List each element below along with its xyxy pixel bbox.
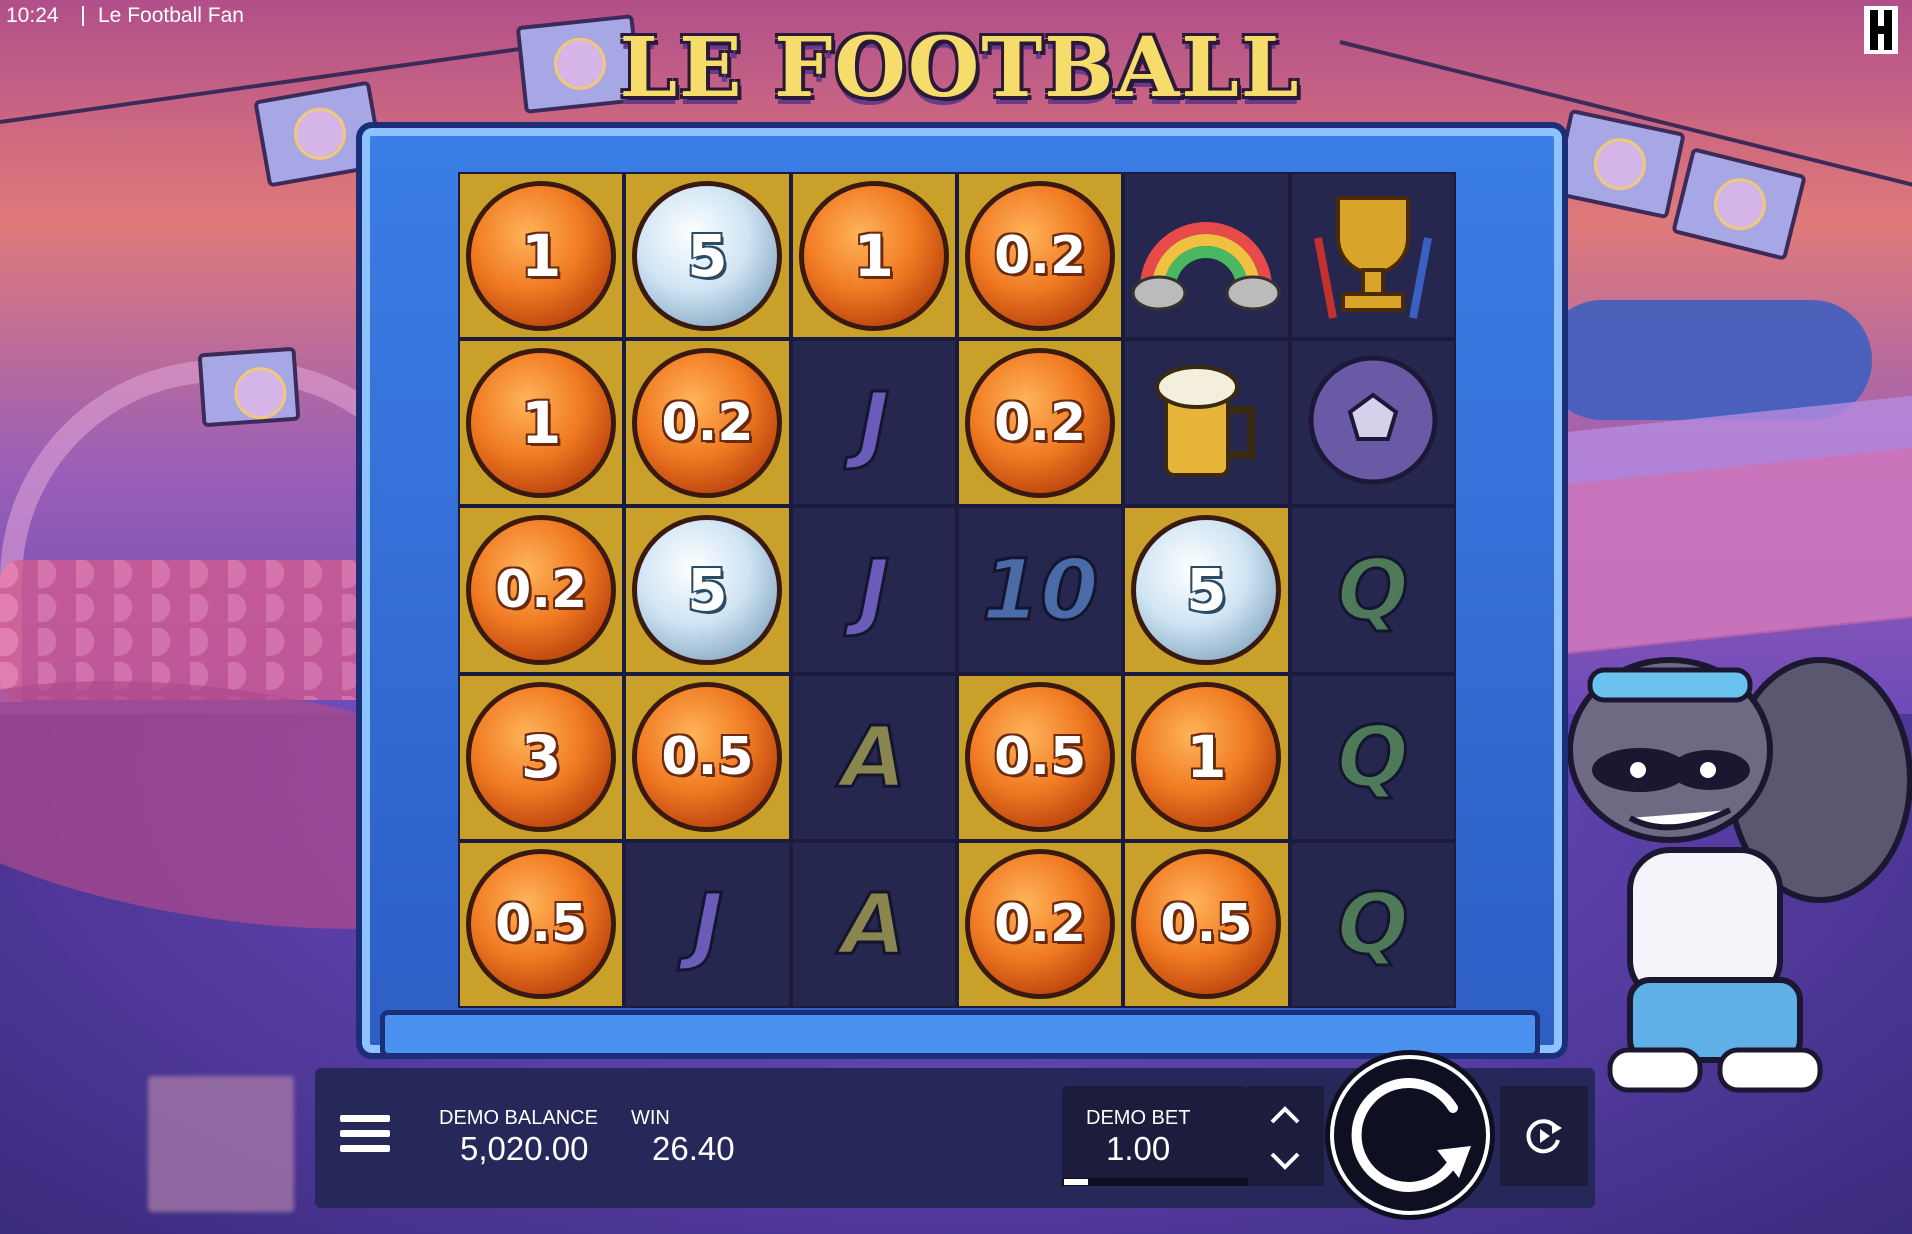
bet-label: DEMO BET — [1086, 1107, 1191, 1129]
reel-cell: 0.2 — [460, 508, 623, 672]
reel-cell: J — [792, 508, 955, 672]
reel-cell: Q — [1291, 508, 1454, 672]
bronze-coin-symbol: 1 — [798, 180, 949, 331]
win-label: WIN — [631, 1107, 670, 1129]
reel-grid: 1 5 1 0.2 1 0.2 J 0.2 0.2 5 J 10 5 Q 3 0.5 A 0.5 1 Q 0.5 J A 0.… — [458, 172, 1456, 1008]
card-symbol-j: J — [690, 874, 724, 975]
card-symbol-q: Q — [1336, 539, 1410, 640]
reel-cell: A — [792, 675, 955, 839]
bronze-coin-symbol: 0.5 — [1131, 849, 1282, 1000]
reel-cell: 0.5 — [460, 842, 623, 1006]
win-value: 26.40 — [652, 1130, 735, 1167]
bet-value: 1.00 — [1106, 1130, 1171, 1167]
reel-cell: 0.5 — [626, 675, 789, 839]
bronze-coin-symbol: 0.2 — [632, 347, 783, 498]
reel-cell — [1125, 174, 1288, 338]
reel-cell: Q — [1291, 842, 1454, 1006]
spin-arrow-icon — [1330, 1055, 1490, 1215]
reel-cell: 0.2 — [958, 842, 1122, 1006]
bronze-coin-symbol: 0.2 — [965, 849, 1116, 1000]
balance-label: DEMO BALANCE — [439, 1107, 598, 1129]
status-time: 10:24 — [6, 4, 59, 27]
reel-cell — [1291, 174, 1454, 338]
bronze-coin-symbol: 0.5 — [632, 682, 783, 833]
reel-cell: 5 — [1125, 508, 1288, 672]
bronze-coin-symbol: 0.2 — [466, 514, 617, 665]
menu-button[interactable] — [340, 1115, 390, 1159]
card-symbol-j: J — [857, 372, 891, 473]
game-title-logo: LE FOOTBALL FAN — [619, 20, 1301, 212]
hamburger-icon — [340, 1115, 390, 1122]
fan-flag — [197, 346, 301, 428]
beer-icon — [1131, 345, 1281, 500]
reel-cell: 10 — [958, 508, 1122, 672]
bronze-coin-symbol: 1 — [466, 180, 617, 331]
reel-cell: 0.2 — [958, 341, 1122, 505]
reel-cell: 0.5 — [1125, 842, 1288, 1006]
rainbow-icon — [1131, 178, 1281, 333]
app-title: Le Football Fan — [98, 4, 244, 27]
reel-cell: 0.2 — [626, 341, 789, 505]
trophy-icon — [1298, 178, 1448, 333]
reel-cell: 5 — [626, 174, 789, 338]
card-symbol-j: J — [857, 539, 891, 640]
bronze-coin-symbol: 3 — [466, 682, 617, 833]
silver-coin-symbol: 5 — [632, 514, 783, 665]
bronze-coin-symbol: 0.2 — [965, 347, 1116, 498]
reel-cell: 0.5 — [958, 675, 1122, 839]
autoplay-icon — [1526, 1119, 1562, 1154]
reel-cell: 3 — [460, 675, 623, 839]
fan-flag — [1671, 147, 1807, 261]
reel-cell: A — [792, 842, 955, 1006]
reel-cell: J — [792, 341, 955, 505]
card-symbol-q: Q — [1336, 707, 1410, 808]
raccoon-mascot — [1567, 657, 1912, 1093]
blurred-panel — [148, 1076, 294, 1212]
reel-cell: 1 — [460, 341, 623, 505]
reel-cell: 1 — [792, 174, 955, 338]
autoplay-button[interactable] — [1500, 1086, 1588, 1186]
card-symbol-a: A — [840, 707, 908, 808]
bronze-coin-symbol: 0.2 — [965, 180, 1116, 331]
balance-value: 5,020.00 — [460, 1130, 589, 1167]
football-icon — [1298, 345, 1448, 500]
bet-level-fill — [1064, 1179, 1088, 1185]
reel-cell: Q — [1291, 675, 1454, 839]
reel-cell: 0.2 — [958, 174, 1122, 338]
blue-bush — [1542, 300, 1872, 420]
card-symbol-a: A — [840, 874, 908, 975]
reel-cell — [1125, 341, 1288, 505]
reel-cell: J — [626, 842, 789, 1006]
reel-cell: 5 — [626, 508, 789, 672]
spin-button[interactable] — [1325, 1050, 1495, 1220]
card-symbol-q: Q — [1336, 874, 1410, 975]
chevron-up-icon[interactable] — [1268, 1104, 1302, 1126]
status-separator — [82, 6, 84, 26]
bronze-coin-symbol: 1 — [1131, 682, 1282, 833]
silver-coin-symbol: 5 — [1131, 514, 1282, 665]
bronze-coin-symbol: 0.5 — [965, 682, 1116, 833]
chevron-down-icon[interactable] — [1268, 1150, 1302, 1172]
reel-cell — [1291, 341, 1454, 505]
reel-cell: 1 — [460, 174, 623, 338]
silver-coin-symbol: 5 — [632, 180, 783, 331]
reel-cell: 1 — [1125, 675, 1288, 839]
bronze-coin-symbol: 0.5 — [466, 849, 617, 1000]
bronze-coin-symbol: 1 — [466, 347, 617, 498]
card-symbol-10: 10 — [980, 539, 1100, 640]
provider-logo-icon — [1864, 6, 1898, 54]
bet-level-track — [1062, 1178, 1248, 1186]
